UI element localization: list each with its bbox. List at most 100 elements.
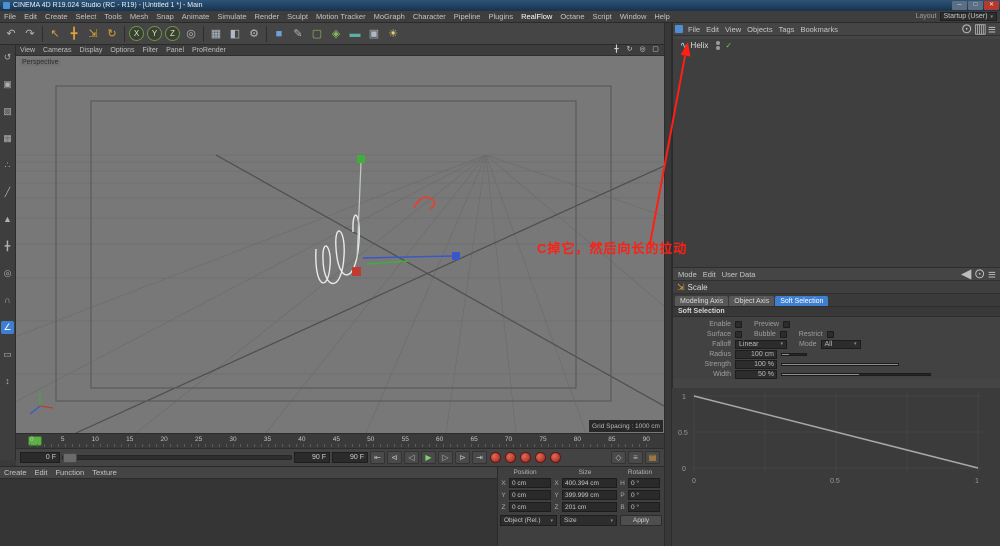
max-frame-field[interactable]: 90 F bbox=[332, 452, 368, 463]
quantize-enable-icon[interactable]: ∠ bbox=[1, 321, 14, 334]
vp-menu-prorender[interactable]: ProRender bbox=[188, 47, 230, 54]
om-menu-file[interactable]: File bbox=[685, 25, 703, 34]
timeline-scrollbar-handle[interactable] bbox=[63, 453, 77, 463]
object-item-helix[interactable]: ∿ Helix ✓ bbox=[673, 39, 1000, 51]
viewport-maximize-icon[interactable]: ▢ bbox=[649, 45, 662, 55]
menu-help[interactable]: Help bbox=[650, 12, 673, 21]
menu-realflow[interactable]: RealFlow bbox=[517, 12, 556, 21]
render-view-icon[interactable]: ▦ bbox=[207, 25, 225, 43]
vp-menu-display[interactable]: Display bbox=[75, 47, 106, 54]
minimize-icon[interactable]: ─ bbox=[952, 1, 967, 10]
visibility-toggle-icon[interactable] bbox=[716, 40, 721, 50]
width-slider[interactable] bbox=[781, 372, 931, 376]
om-menu-view[interactable]: View bbox=[722, 25, 744, 34]
timeline-scrollbar[interactable] bbox=[62, 453, 292, 463]
restrict-checkbox[interactable] bbox=[826, 330, 834, 338]
menu-script[interactable]: Script bbox=[589, 12, 616, 21]
bubble-checkbox[interactable] bbox=[779, 330, 787, 338]
workplane-lock-icon[interactable]: ▭ bbox=[1, 348, 14, 361]
enable-axis-icon[interactable]: ╋ bbox=[1, 240, 14, 253]
add-camera-icon[interactable]: ▣ bbox=[365, 25, 383, 43]
menu-mograph[interactable]: MoGraph bbox=[370, 12, 409, 21]
mode-select[interactable]: All bbox=[820, 339, 861, 349]
rotate-icon[interactable]: ↻ bbox=[103, 25, 121, 43]
rot-p-field[interactable]: 0 ° bbox=[628, 490, 660, 500]
menu-create[interactable]: Create bbox=[41, 12, 72, 21]
object-item-label[interactable]: Helix bbox=[691, 41, 709, 50]
play-icon[interactable]: ▶ bbox=[421, 451, 436, 464]
axis-handle-y[interactable] bbox=[357, 155, 365, 163]
menu-select[interactable]: Select bbox=[72, 12, 101, 21]
soft-selection-section-header[interactable]: Soft Selection bbox=[673, 306, 1000, 317]
falloff-select[interactable]: Linear bbox=[735, 339, 787, 349]
tab-modeling-axis[interactable]: Modeling Axis bbox=[675, 296, 729, 306]
panel-divider[interactable] bbox=[664, 23, 672, 546]
mm-menu-create[interactable]: Create bbox=[0, 468, 31, 477]
menu-pipeline[interactable]: Pipeline bbox=[450, 12, 485, 21]
menu-file[interactable]: File bbox=[0, 12, 20, 21]
make-editable-icon[interactable]: ↺ bbox=[1, 51, 14, 64]
menu-tools[interactable]: Tools bbox=[100, 12, 126, 21]
tab-soft-selection[interactable]: Soft Selection bbox=[775, 296, 829, 306]
axis-center-handle[interactable] bbox=[352, 267, 361, 276]
goto-start-icon[interactable]: ⇤ bbox=[370, 451, 385, 464]
edges-mode-icon[interactable]: ╱ bbox=[1, 186, 14, 199]
om-menu-objects[interactable]: Objects bbox=[744, 25, 775, 34]
prev-frame-icon[interactable]: ◁ bbox=[404, 451, 419, 464]
playback-options-icon[interactable]: ≡ bbox=[628, 451, 643, 464]
pos-z-field[interactable]: 0 cm bbox=[509, 502, 551, 512]
viewport-zoom-icon[interactable]: ◎ bbox=[636, 45, 649, 55]
enable-checkbox[interactable] bbox=[735, 320, 742, 328]
width-field[interactable]: 50 % bbox=[735, 369, 777, 379]
om-menu-tags[interactable]: Tags bbox=[776, 25, 798, 34]
radius-field[interactable]: 100 cm bbox=[735, 349, 777, 359]
timeline-ruler[interactable]: 05 10 15 20 25 30 35 40 45 50 55 60 65 70 75 80… bbox=[16, 433, 664, 448]
vp-menu-view[interactable]: View bbox=[16, 47, 39, 54]
mm-menu-edit[interactable]: Edit bbox=[31, 468, 52, 477]
maximize-icon[interactable]: □ bbox=[968, 1, 983, 10]
viewport-orbit-icon[interactable]: ↻ bbox=[623, 45, 636, 55]
mm-menu-texture[interactable]: Texture bbox=[88, 468, 121, 477]
pos-x-field[interactable]: 0 cm bbox=[509, 478, 551, 488]
subdivision-surface-icon[interactable]: ▢ bbox=[308, 25, 326, 43]
surface-checkbox[interactable] bbox=[735, 330, 742, 338]
menu-mesh[interactable]: Mesh bbox=[126, 12, 152, 21]
vp-menu-options[interactable]: Options bbox=[106, 47, 138, 54]
add-spline-icon[interactable]: ✎ bbox=[289, 25, 307, 43]
menu-render[interactable]: Render bbox=[251, 12, 284, 21]
rot-b-field[interactable]: 0 ° bbox=[628, 502, 660, 512]
menu-snap[interactable]: Snap bbox=[152, 12, 178, 21]
layout-select[interactable]: Startup (User) bbox=[939, 12, 997, 21]
enable-check-icon[interactable]: ✓ bbox=[725, 41, 732, 50]
strength-field[interactable]: 100 % bbox=[735, 359, 777, 369]
om-search-icon[interactable]: ⊙ bbox=[961, 21, 972, 37]
menu-animate[interactable]: Animate bbox=[178, 12, 214, 21]
next-key-icon[interactable]: ⊳ bbox=[455, 451, 470, 464]
workplane-mode-icon[interactable]: ▦ bbox=[1, 132, 14, 145]
am-menu-mode[interactable]: Mode bbox=[675, 270, 700, 279]
vp-menu-panel[interactable]: Panel bbox=[162, 47, 188, 54]
record-scale-icon[interactable] bbox=[535, 452, 546, 463]
pos-y-field[interactable]: 0 cm bbox=[509, 490, 551, 500]
am-menu-edit[interactable]: Edit bbox=[700, 270, 719, 279]
menu-motion-tracker[interactable]: Motion Tracker bbox=[312, 12, 370, 21]
polygons-mode-icon[interactable]: ▲ bbox=[1, 213, 14, 226]
prev-key-icon[interactable]: ⊲ bbox=[387, 451, 402, 464]
texture-mode-icon[interactable]: ▨ bbox=[1, 105, 14, 118]
record-keyframe-icon[interactable] bbox=[490, 452, 501, 463]
om-menu-edit[interactable]: Edit bbox=[703, 25, 722, 34]
add-light-icon[interactable]: ☀ bbox=[384, 25, 402, 43]
render-region-icon[interactable]: ◧ bbox=[226, 25, 244, 43]
viewport-pan-icon[interactable]: ╋ bbox=[610, 45, 623, 55]
vp-menu-filter[interactable]: Filter bbox=[139, 47, 163, 54]
autokeying-icon[interactable] bbox=[505, 452, 516, 463]
live-selection-icon[interactable]: ↖ bbox=[46, 25, 64, 43]
object-mode-select[interactable]: Object (Rel.) bbox=[500, 515, 557, 526]
size-y-field[interactable]: 399.999 cm bbox=[562, 490, 617, 500]
lock-y-axis-icon[interactable]: Y bbox=[147, 26, 162, 41]
record-position-icon[interactable] bbox=[520, 452, 531, 463]
add-generator-icon[interactable]: ◈ bbox=[327, 25, 345, 43]
vp-menu-cameras[interactable]: Cameras bbox=[39, 47, 75, 54]
measure-tool-icon[interactable]: ↕ bbox=[1, 375, 14, 388]
menu-window[interactable]: Window bbox=[616, 12, 651, 21]
